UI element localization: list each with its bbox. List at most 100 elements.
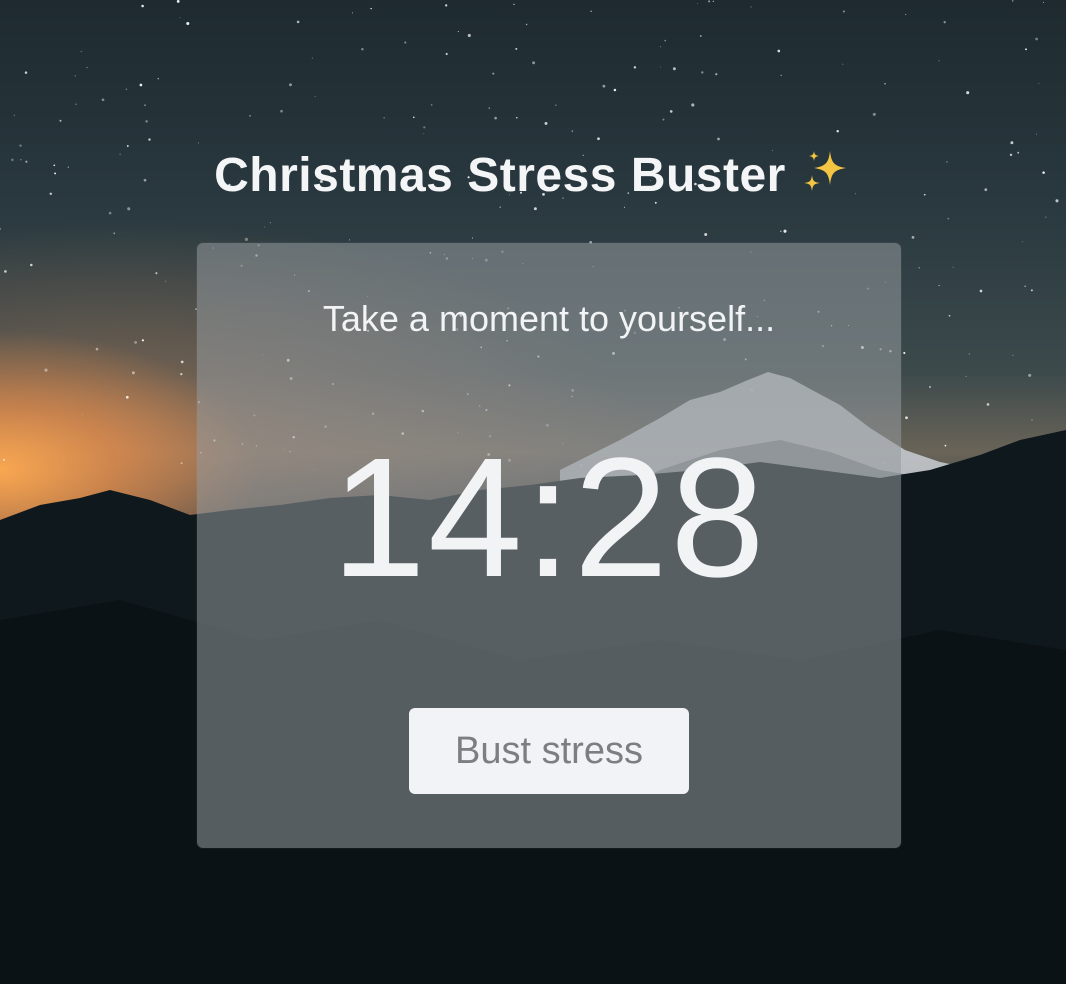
star [488, 107, 490, 109]
star [125, 395, 129, 399]
star [715, 73, 718, 76]
star [186, 21, 190, 26]
star [1045, 216, 1047, 218]
star [86, 67, 88, 69]
star [780, 230, 782, 232]
sparkles-icon [800, 147, 852, 199]
star [669, 110, 673, 113]
star [986, 403, 990, 406]
star [155, 272, 158, 275]
star [911, 236, 915, 239]
star [296, 20, 300, 24]
star [139, 83, 143, 87]
star [141, 339, 145, 342]
star [383, 117, 385, 119]
star [0, 228, 2, 230]
star [938, 285, 940, 287]
star [445, 4, 448, 7]
star [499, 206, 502, 209]
star [952, 266, 954, 268]
star [905, 416, 908, 420]
star [148, 138, 151, 141]
timer-card: Take a moment to yourself... 14:28 Bust … [197, 243, 901, 848]
star [198, 142, 200, 144]
star [74, 75, 76, 77]
star [1010, 141, 1014, 145]
star [101, 98, 105, 102]
star [532, 61, 536, 65]
star [948, 314, 951, 317]
star [701, 71, 704, 74]
star [404, 41, 407, 44]
star [370, 7, 372, 10]
star [979, 289, 983, 293]
star [544, 121, 548, 125]
star [664, 39, 667, 42]
star [590, 10, 592, 13]
star [938, 60, 940, 62]
star [633, 66, 637, 69]
star [244, 237, 248, 241]
page-title-text: Christmas Stress Buster [214, 149, 786, 202]
star [249, 114, 251, 117]
star [349, 239, 350, 241]
star [943, 21, 946, 24]
star [361, 47, 364, 51]
star [1036, 133, 1038, 135]
star [944, 444, 947, 447]
star [712, 0, 714, 3]
star [80, 50, 82, 53]
star [2, 458, 6, 462]
page: Christmas Stress Buster Take a moment to… [0, 0, 1066, 984]
star [134, 340, 138, 344]
star [314, 96, 316, 98]
star [467, 33, 471, 38]
star [180, 360, 184, 364]
star [1030, 289, 1033, 292]
star [704, 233, 708, 236]
star [1043, 1, 1045, 3]
star [269, 222, 271, 224]
star [176, 0, 180, 3]
star [947, 217, 950, 220]
star [127, 207, 131, 211]
star [659, 46, 662, 48]
star [783, 229, 787, 233]
star [1028, 373, 1032, 377]
star [1022, 241, 1024, 243]
card-subtitle: Take a moment to yourself... [322, 298, 776, 339]
star [180, 373, 183, 376]
bust-stress-button[interactable]: Bust stress [409, 708, 689, 794]
star [597, 137, 600, 141]
star [842, 10, 845, 13]
star [13, 114, 15, 116]
star [81, 413, 83, 415]
star [872, 112, 876, 116]
star [423, 126, 426, 129]
star [965, 375, 967, 377]
star [571, 130, 574, 132]
star [430, 104, 433, 106]
star [263, 226, 265, 228]
star [179, 17, 181, 19]
star [1011, 0, 1014, 2]
star [662, 118, 665, 121]
star [533, 207, 537, 211]
star [144, 104, 146, 107]
star [351, 12, 353, 14]
star [1024, 285, 1026, 288]
star [903, 351, 906, 355]
star [1038, 82, 1040, 85]
star [929, 386, 931, 388]
star [125, 88, 128, 91]
star [494, 116, 497, 120]
star [525, 23, 528, 26]
star [59, 119, 62, 122]
star [699, 35, 702, 37]
countdown-timer: 14:28 [331, 423, 767, 613]
star [108, 211, 112, 215]
star [423, 133, 425, 134]
star [672, 67, 676, 71]
star [95, 347, 99, 351]
star [691, 103, 695, 107]
